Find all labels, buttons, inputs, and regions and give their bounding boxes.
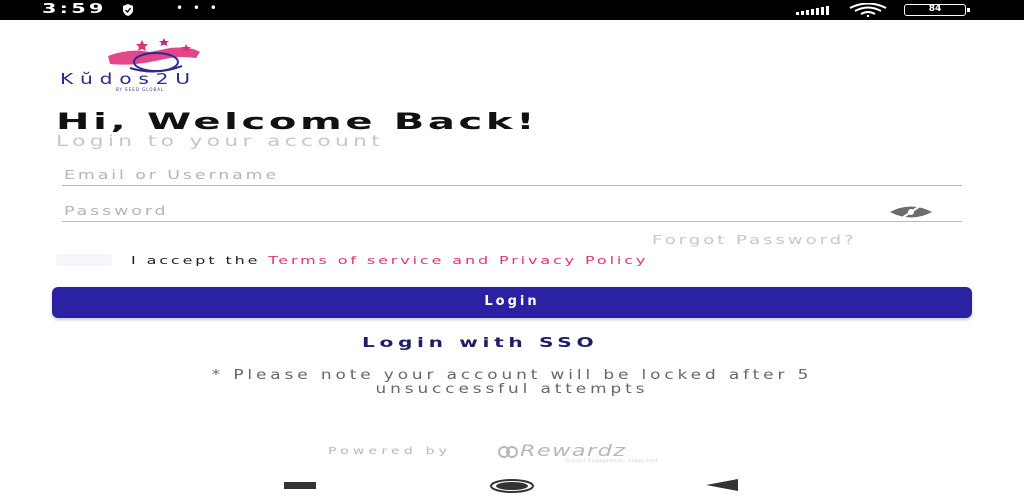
terms-checkbox[interactable] (56, 254, 112, 266)
terms-label: I accept the Terms of service and Privac… (131, 254, 648, 267)
login-sso-button[interactable]: Login with SSO (362, 336, 598, 351)
lockout-notice-line2: unsuccessful attempts (375, 382, 649, 397)
home-icon[interactable] (489, 479, 535, 493)
forgot-password-link[interactable]: Forgot Password? (652, 233, 857, 247)
email-field[interactable]: Email or Username (62, 168, 962, 186)
signal-icon (796, 6, 829, 15)
email-placeholder: Email or Username (64, 168, 280, 182)
lockout-notice: * Please note your account will be locke… (0, 369, 1024, 397)
battery-icon: 84 (904, 4, 970, 16)
password-placeholder: Password (64, 204, 169, 218)
back-icon[interactable] (706, 479, 738, 491)
battery-level: 84 (928, 4, 942, 14)
rewardz-logo-icon (498, 446, 518, 458)
rewardz-tagline: Digital Engagement, Simplified (566, 458, 659, 463)
terms-prefix: I accept the (131, 254, 269, 267)
password-field[interactable]: Password (62, 204, 962, 222)
status-notification-dots: • • • (176, 1, 220, 15)
kudos-logo-icon (108, 38, 200, 73)
terms-privacy-link[interactable]: Terms of service and Privacy Policy (268, 254, 648, 267)
lockout-notice-line1: * Please note your account will be locke… (211, 368, 813, 383)
brand-tagline: BY EEED GLOBAL (116, 87, 165, 92)
login-button-label: Login (484, 294, 540, 309)
status-time: 3:59 (42, 2, 107, 17)
powered-by-label: Powered by (328, 446, 452, 457)
wifi-icon (849, 3, 887, 17)
page-subtitle: Login to your account (56, 132, 385, 150)
shield-icon (123, 4, 133, 16)
status-bar: 3:59 • • • 84 (0, 0, 1024, 20)
brand-name: Kŭdos2U (60, 70, 197, 88)
recents-icon[interactable] (284, 482, 316, 489)
eye-off-icon[interactable] (888, 205, 934, 219)
login-button[interactable]: Login (52, 287, 972, 318)
